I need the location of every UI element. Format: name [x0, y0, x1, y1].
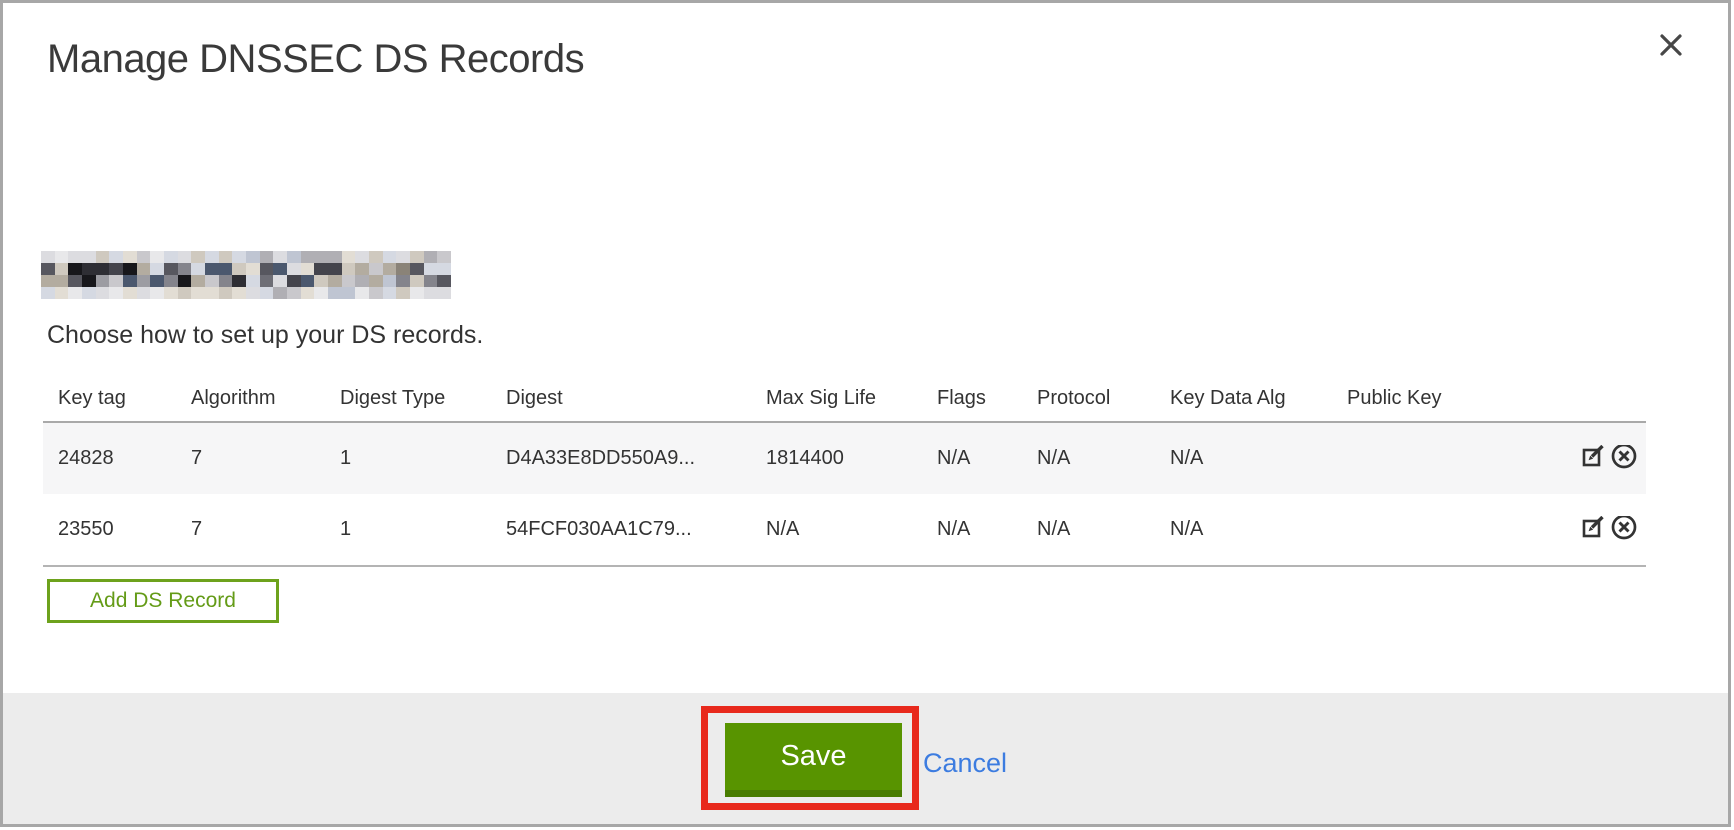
table-row: 23550 7 1 54FCF030AA1C79... N/A N/A N/A … — [43, 494, 1646, 565]
redacted-domain-name — [41, 251, 451, 299]
cell-digest-type: 1 — [325, 518, 491, 541]
col-header-max-sig-life: Max Sig Life — [751, 387, 922, 410]
cell-key-data-alg: N/A — [1155, 447, 1332, 470]
cell-algorithm: 7 — [176, 518, 325, 541]
delete-record-button[interactable] — [1610, 516, 1638, 544]
table-header-row: Key tag Algorithm Digest Type Digest Max… — [43, 375, 1646, 421]
col-header-key-data-alg: Key Data Alg — [1155, 387, 1332, 410]
close-button[interactable] — [1653, 29, 1689, 65]
cell-key-tag: 23550 — [43, 518, 176, 541]
ds-records-table: Key tag Algorithm Digest Type Digest Max… — [43, 375, 1646, 567]
delete-record-button[interactable] — [1610, 445, 1638, 473]
dialog-title: Manage DNSSEC DS Records — [47, 37, 584, 82]
row-actions — [1548, 516, 1646, 544]
cell-digest: D4A33E8DD550A9... — [491, 447, 751, 470]
add-ds-record-button[interactable]: Add DS Record — [47, 579, 279, 623]
cell-digest: 54FCF030AA1C79... — [491, 518, 751, 541]
col-header-public-key: Public Key — [1332, 387, 1548, 410]
cell-protocol: N/A — [1022, 518, 1155, 541]
delete-circle-icon — [1610, 516, 1638, 544]
cell-flags: N/A — [922, 518, 1022, 541]
cell-key-data-alg: N/A — [1155, 518, 1332, 541]
edit-icon — [1580, 516, 1607, 544]
save-button[interactable]: Save — [725, 723, 902, 797]
edit-record-button[interactable] — [1579, 516, 1607, 544]
col-header-algorithm: Algorithm — [176, 387, 325, 410]
row-actions — [1548, 445, 1646, 473]
cell-flags: N/A — [922, 447, 1022, 470]
table-row: 24828 7 1 D4A33E8DD550A9... 1814400 N/A … — [43, 423, 1646, 494]
manage-dnssec-dialog: Manage DNSSEC DS Records Choose how to s… — [0, 0, 1731, 827]
edit-record-button[interactable] — [1579, 445, 1607, 473]
cell-algorithm: 7 — [176, 447, 325, 470]
col-header-key-tag: Key tag — [43, 387, 176, 410]
col-header-protocol: Protocol — [1022, 387, 1155, 410]
cell-max-sig-life: 1814400 — [751, 447, 922, 470]
close-icon — [1658, 32, 1684, 63]
edit-icon — [1580, 445, 1607, 473]
col-header-flags: Flags — [922, 387, 1022, 410]
cell-key-tag: 24828 — [43, 447, 176, 470]
delete-circle-icon — [1610, 445, 1638, 473]
instruction-text: Choose how to set up your DS records. — [47, 321, 483, 350]
cell-protocol: N/A — [1022, 447, 1155, 470]
cell-digest-type: 1 — [325, 447, 491, 470]
cancel-link[interactable]: Cancel — [923, 748, 1007, 779]
col-header-digest: Digest — [491, 387, 751, 410]
table-body: 24828 7 1 D4A33E8DD550A9... 1814400 N/A … — [43, 421, 1646, 567]
cell-max-sig-life: N/A — [751, 518, 922, 541]
col-header-digest-type: Digest Type — [325, 387, 491, 410]
